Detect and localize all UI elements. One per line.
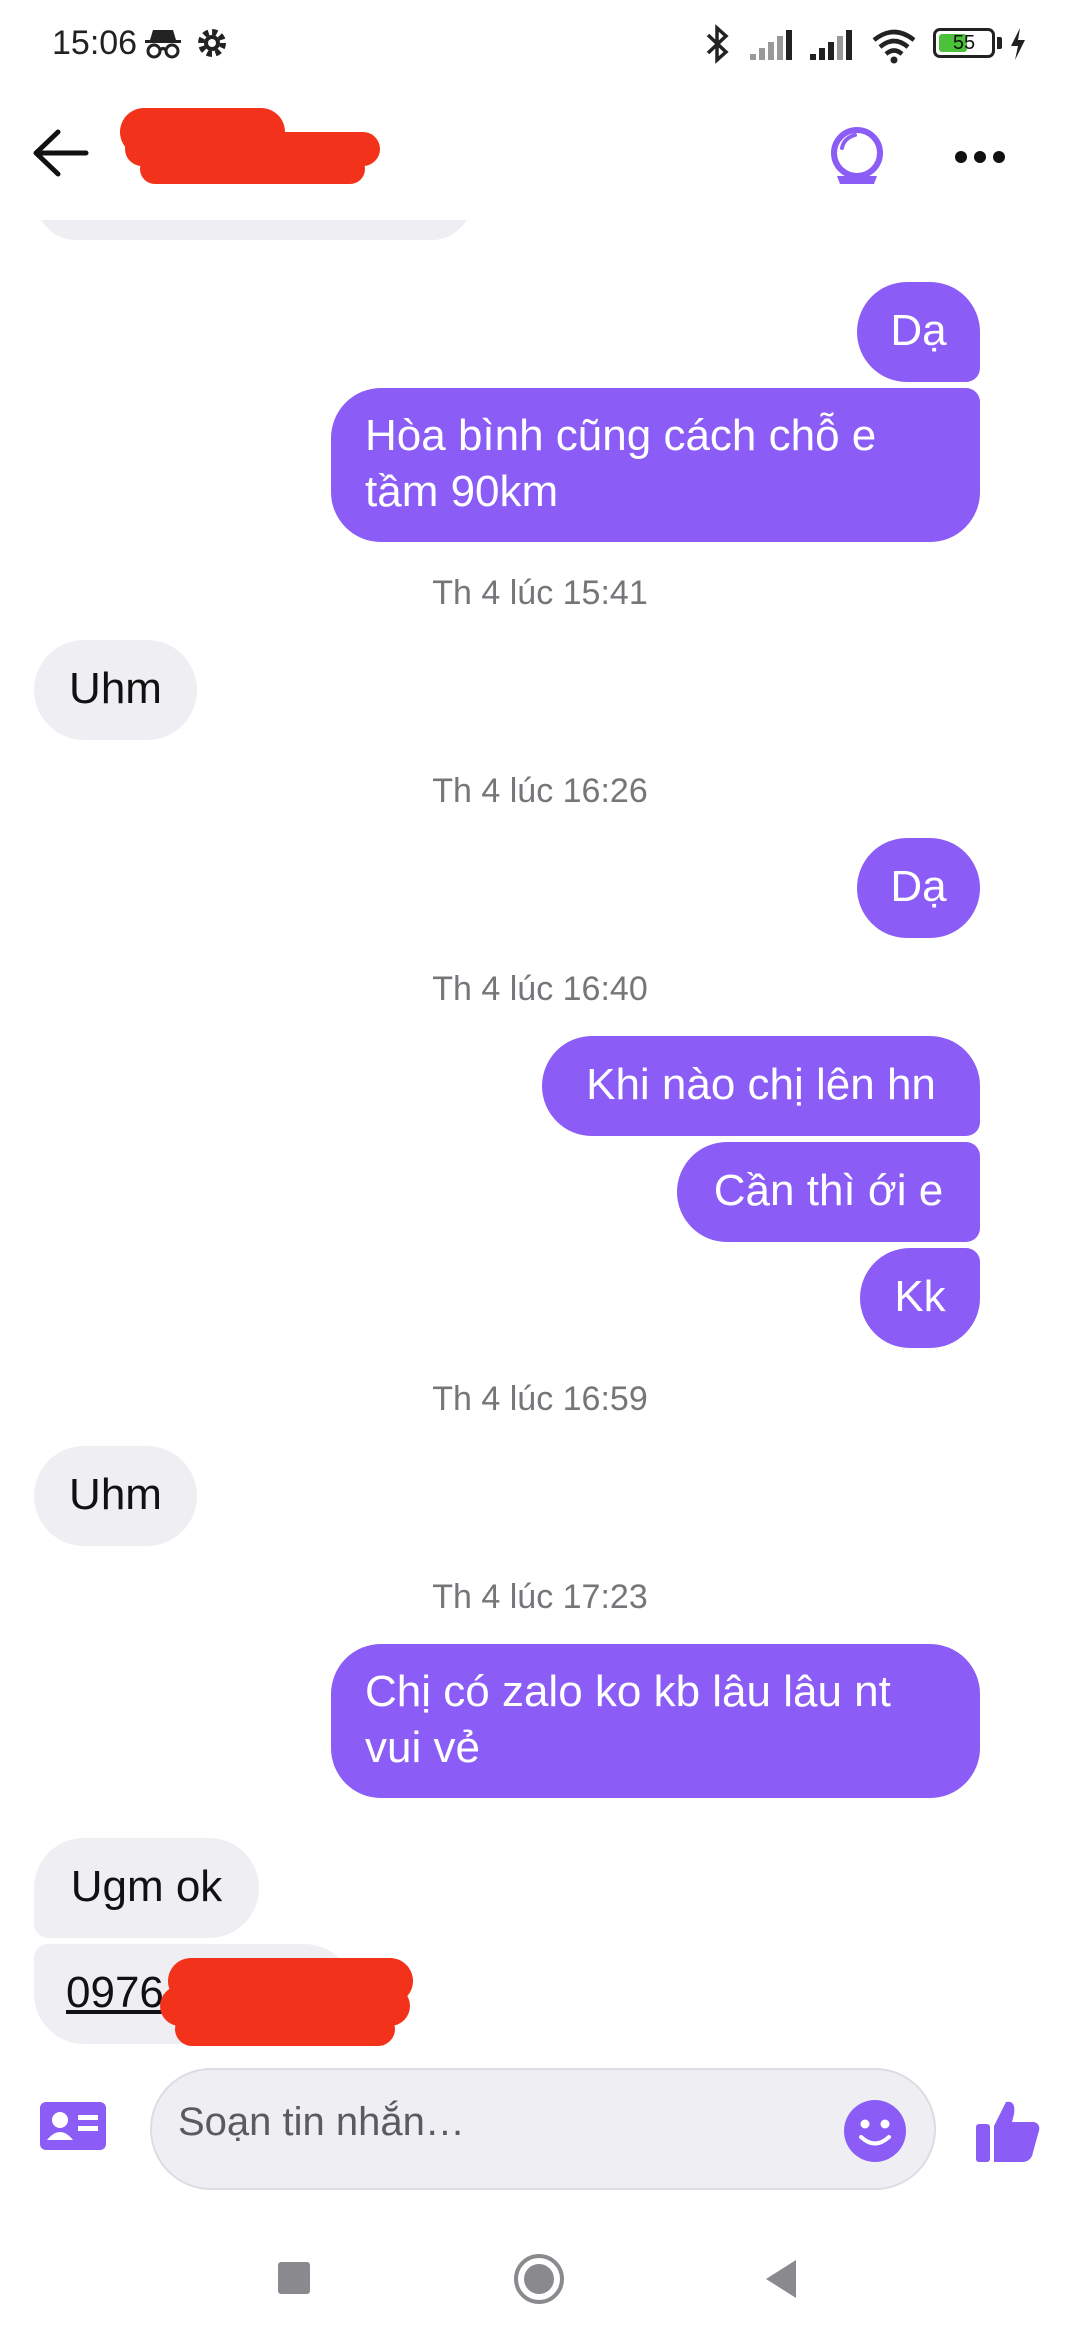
message-text: Uhm bbox=[69, 664, 162, 713]
emoji-icon[interactable] bbox=[842, 2098, 908, 2164]
message-bubble-outgoing[interactable]: Khi nào chị lên hn bbox=[542, 1036, 980, 1136]
conversation-header bbox=[0, 90, 1080, 220]
message-input-placeholder: Soạn tin nhắn… bbox=[178, 2100, 465, 2144]
message-bubble-outgoing[interactable]: Dạ bbox=[857, 838, 980, 938]
charging-bolt-icon bbox=[1011, 28, 1025, 60]
message-list[interactable]: Dạ Hòa bình cũng cách chỗ e tầm 90km Th … bbox=[0, 220, 1080, 2060]
message-text: Khi nào chị lên hn bbox=[586, 1060, 936, 1109]
wifi-icon bbox=[872, 29, 916, 64]
message-bubble-incoming[interactable]: Uhm bbox=[34, 640, 197, 740]
message-bubble-outgoing[interactable]: Kk bbox=[860, 1248, 980, 1348]
bluetooth-icon bbox=[706, 24, 729, 64]
message-text: Dạ bbox=[890, 306, 947, 355]
message-text: Ugm ok bbox=[70, 1862, 223, 1911]
incognito-icon bbox=[145, 30, 181, 59]
back-triangle-icon[interactable] bbox=[762, 2258, 800, 2300]
status-time: 15:06 bbox=[52, 24, 138, 62]
settings-gear-icon bbox=[198, 29, 226, 57]
message-text: Dạ bbox=[890, 862, 947, 911]
contact-card-icon[interactable] bbox=[38, 2098, 108, 2154]
thumbs-up-icon[interactable] bbox=[972, 2094, 1044, 2166]
recents-square-icon[interactable] bbox=[276, 2260, 312, 2296]
message-text: Cần thì ới e bbox=[713, 1166, 944, 1215]
message-composer: Soạn tin nhắn… bbox=[0, 2060, 1080, 2200]
message-text: Uhm bbox=[69, 1470, 162, 1519]
signal-icon bbox=[750, 30, 792, 60]
message-bubble-incoming[interactable]: Uhm bbox=[34, 1446, 197, 1546]
redaction-mark bbox=[140, 154, 365, 184]
message-bubble-outgoing[interactable]: Chị có zalo ko kb lâu lâu nt vui vẻ bbox=[331, 1644, 980, 1798]
battery-percent: 55 bbox=[952, 32, 976, 54]
message-bubble-outgoing[interactable]: Cần thì ới e bbox=[677, 1142, 980, 1242]
battery-icon: 55 bbox=[933, 28, 995, 58]
message-bubble-outgoing[interactable]: Hòa bình cũng cách chỗ e tầm 90km bbox=[331, 388, 980, 542]
battery-cap bbox=[997, 37, 1002, 49]
message-timestamp: Th 4 lúc 16:40 bbox=[432, 970, 648, 1008]
message-text: Hòa bình cũng cách chỗ e tầm 90km bbox=[365, 411, 877, 516]
wristwatch-icon[interactable] bbox=[822, 122, 892, 192]
message-bubble-partial[interactable] bbox=[36, 220, 472, 240]
message-bubble-incoming[interactable]: Ugm ok bbox=[34, 1838, 259, 1938]
message-timestamp: Th 4 lúc 17:23 bbox=[432, 1578, 648, 1616]
signal-icon bbox=[810, 30, 852, 60]
message-text: Chị có zalo ko kb lâu lâu nt vui vẻ bbox=[365, 1667, 891, 1772]
phone-number-link[interactable]: 0976 bbox=[66, 1968, 164, 2017]
message-text: Kk bbox=[894, 1272, 946, 1321]
redaction-mark bbox=[175, 2012, 395, 2046]
more-options-icon[interactable] bbox=[945, 122, 1015, 192]
message-bubble-outgoing[interactable]: Dạ bbox=[857, 282, 980, 382]
message-timestamp: Th 4 lúc 15:41 bbox=[432, 574, 648, 612]
home-circle-icon[interactable] bbox=[512, 2252, 566, 2306]
message-timestamp: Th 4 lúc 16:59 bbox=[432, 1380, 648, 1418]
status-bar: 15:06 55 bbox=[0, 0, 1080, 90]
back-arrow-icon[interactable] bbox=[28, 120, 94, 186]
message-timestamp: Th 4 lúc 16:26 bbox=[432, 772, 648, 810]
system-navigation-bar bbox=[0, 2200, 1080, 2340]
